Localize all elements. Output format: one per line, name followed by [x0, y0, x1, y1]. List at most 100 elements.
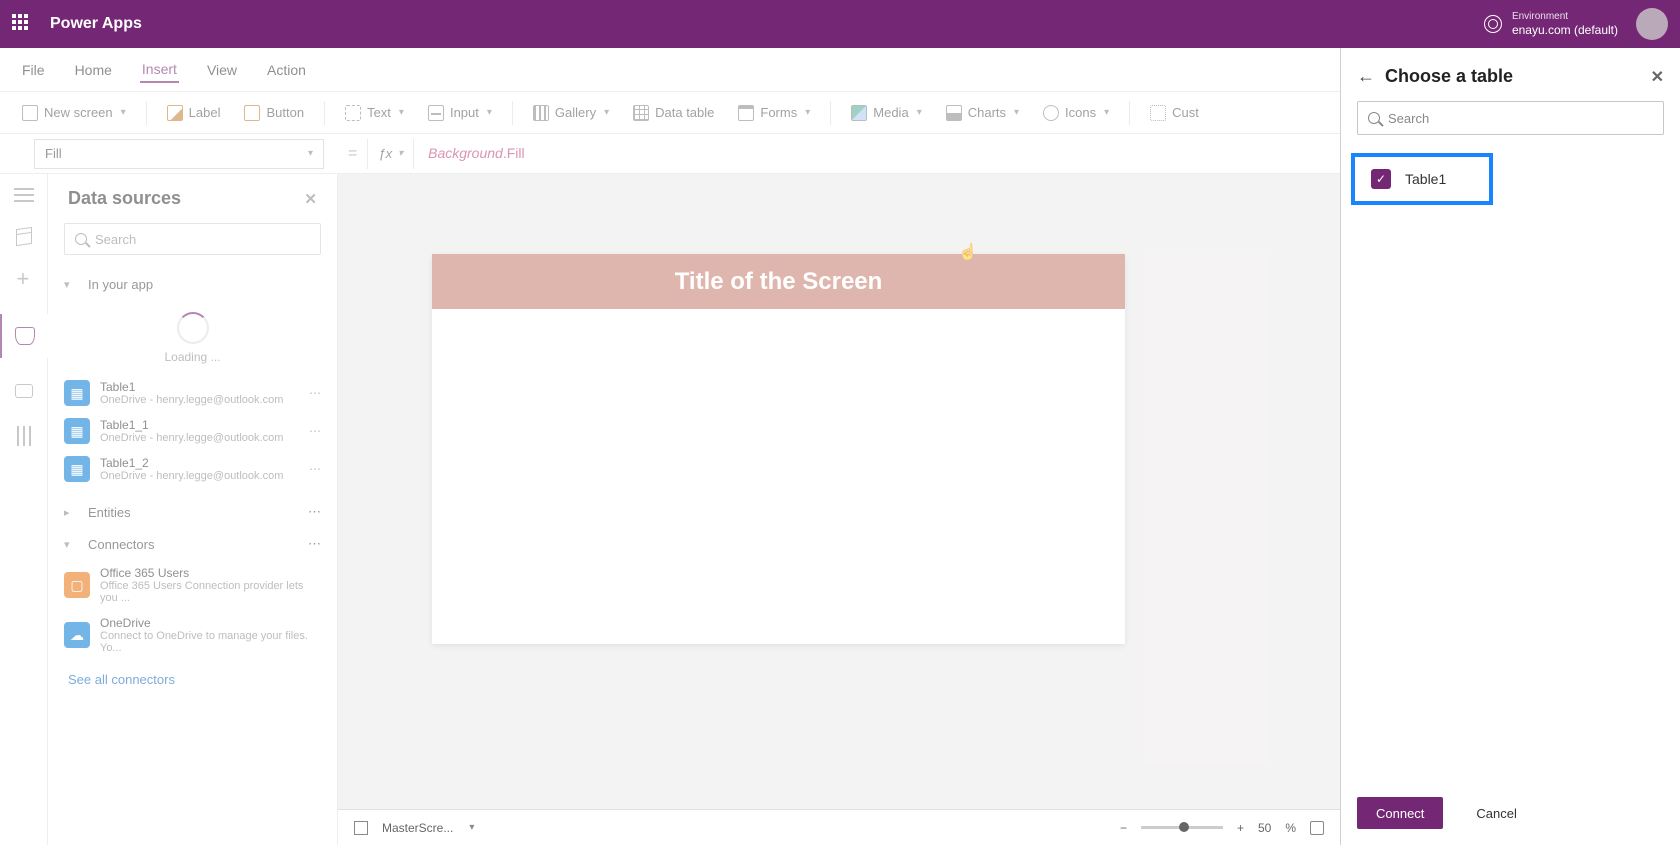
data-search-input[interactable]: Search	[64, 223, 321, 255]
chevron-down-icon[interactable]: ▾	[469, 822, 474, 833]
section-entities[interactable]: ▸ Entities ⋯	[48, 496, 337, 528]
data-source-item[interactable]: ▦ Table1OneDrive - henry.legge@outlook.c…	[48, 374, 337, 412]
data-sources-panel: Data sources ✕ Search ▾ In your app Load…	[48, 174, 338, 845]
app-canvas[interactable]: Title of the Screen	[432, 254, 1125, 644]
menu-insert[interactable]: Insert	[140, 57, 179, 83]
menu-view[interactable]: View	[205, 58, 239, 82]
chevron-right-icon: ▸	[64, 506, 76, 519]
chevron-down-icon: ▾	[1014, 107, 1019, 118]
data-source-item[interactable]: ▦ Table1_1OneDrive - henry.legge@outlook…	[48, 412, 337, 450]
data-icon[interactable]	[15, 327, 35, 345]
globe-icon	[1484, 15, 1502, 33]
search-placeholder: Search	[1388, 111, 1429, 126]
fx-button[interactable]: ƒx▾	[367, 139, 414, 169]
more-icon[interactable]: ⋯	[309, 462, 323, 476]
custom-icon	[1150, 105, 1166, 121]
button-icon	[244, 105, 260, 121]
media-panel-icon[interactable]	[14, 382, 34, 402]
data-source-item[interactable]: ▦ Table1_2OneDrive - henry.legge@outlook…	[48, 450, 337, 488]
icons-button[interactable]: Icons▾	[1033, 99, 1119, 127]
excel-icon: ▦	[64, 456, 90, 482]
input-button[interactable]: Input▾	[418, 99, 502, 127]
section-in-your-app[interactable]: ▾ In your app	[48, 269, 337, 300]
text-button[interactable]: Text▾	[335, 99, 414, 127]
see-all-connectors-link[interactable]: See all connectors	[48, 660, 337, 699]
divider	[146, 101, 147, 125]
menu-home[interactable]: Home	[73, 58, 114, 82]
tree-view-icon[interactable]	[14, 226, 34, 246]
connector-item[interactable]: ▢ Office 365 UsersOffice 365 Users Conne…	[48, 560, 337, 610]
formula-input[interactable]: Background.Fill	[414, 145, 525, 162]
app-header: Power Apps Environment enayu.com (defaul…	[0, 0, 1680, 48]
environment-value: enayu.com (default)	[1512, 23, 1618, 37]
property-select[interactable]: Fill ▾	[34, 139, 324, 169]
close-icon[interactable]: ✕	[304, 190, 317, 208]
new-screen-button[interactable]: New screen▾	[12, 99, 136, 127]
button-button[interactable]: Button	[234, 99, 314, 127]
menu-file[interactable]: File	[20, 58, 47, 82]
loading-label: Loading ...	[48, 350, 337, 364]
environment-picker[interactable]: Environment enayu.com (default)	[1484, 11, 1618, 37]
more-icon[interactable]: ⋯	[309, 386, 323, 400]
table-icon	[633, 105, 649, 121]
zoom-slider[interactable]	[1141, 826, 1223, 829]
zoom-out-button[interactable]: −	[1120, 821, 1127, 835]
label-button[interactable]: Label	[157, 99, 231, 127]
advanced-tools-icon[interactable]	[17, 426, 31, 446]
screen-selector[interactable]: MasterScre...	[382, 821, 453, 835]
table-option[interactable]: ✓ Table1	[1351, 153, 1493, 205]
screen-checkbox[interactable]	[354, 821, 368, 835]
data-table-button[interactable]: Data table	[623, 99, 724, 127]
choose-table-panel: ← Choose a table ✕ Search ✓ Table1 Conne…	[1340, 48, 1680, 845]
zoom-in-button[interactable]: +	[1237, 821, 1244, 835]
screen-title-bar: Title of the Screen	[432, 254, 1125, 309]
chevron-down-icon: ▾	[398, 148, 403, 159]
close-icon[interactable]: ✕	[1651, 67, 1664, 87]
chevron-down-icon: ▾	[1104, 107, 1109, 118]
connector-item[interactable]: ☁ OneDriveConnect to OneDrive to manage …	[48, 610, 337, 660]
charts-icon	[946, 105, 962, 121]
divider	[324, 101, 325, 125]
forms-icon	[738, 105, 754, 121]
media-icon	[851, 105, 867, 121]
more-icon[interactable]: ⋯	[309, 424, 323, 438]
hamburger-icon[interactable]	[14, 188, 34, 202]
zoom-unit: %	[1285, 821, 1296, 835]
insert-icon[interactable]	[14, 270, 34, 290]
status-bar: MasterScre... ▾ − + 50 %	[338, 809, 1340, 845]
cancel-button[interactable]: Cancel	[1457, 797, 1535, 829]
panel-title: Choose a table	[1385, 66, 1513, 87]
gallery-button[interactable]: Gallery▾	[523, 99, 619, 127]
forms-button[interactable]: Forms▾	[728, 99, 820, 127]
checkbox-checked-icon[interactable]: ✓	[1371, 169, 1391, 189]
search-placeholder: Search	[95, 232, 136, 247]
side-rail	[0, 174, 48, 845]
section-connectors[interactable]: ▾ Connectors ⋯	[48, 528, 337, 560]
divider	[830, 101, 831, 125]
chevron-down-icon: ▾	[399, 107, 404, 118]
back-arrow-icon[interactable]: ←	[1357, 66, 1375, 87]
app-launcher-icon[interactable]	[12, 14, 32, 34]
menu-action[interactable]: Action	[265, 58, 308, 82]
label-icon	[167, 105, 183, 121]
table-search-input[interactable]: Search	[1357, 101, 1664, 135]
icons-icon	[1043, 105, 1059, 121]
loading-spinner-icon	[177, 312, 209, 344]
custom-button[interactable]: Cust	[1140, 99, 1209, 127]
chevron-down-icon: ▾	[308, 148, 313, 159]
connect-button[interactable]: Connect	[1357, 797, 1443, 829]
zoom-value: 50	[1258, 821, 1271, 835]
charts-button[interactable]: Charts▾	[936, 99, 1029, 127]
fit-to-window-icon[interactable]	[1310, 821, 1324, 835]
cursor-icon: ☝	[958, 242, 978, 262]
search-icon	[75, 233, 87, 245]
property-value: Fill	[45, 146, 62, 161]
environment-label: Environment	[1512, 11, 1618, 23]
divider	[512, 101, 513, 125]
more-icon[interactable]: ⋯	[308, 536, 321, 552]
more-icon[interactable]: ⋯	[308, 504, 321, 520]
divider	[1129, 101, 1130, 125]
office365-icon: ▢	[64, 572, 90, 598]
media-button[interactable]: Media▾	[841, 99, 931, 127]
user-avatar[interactable]	[1636, 8, 1668, 40]
